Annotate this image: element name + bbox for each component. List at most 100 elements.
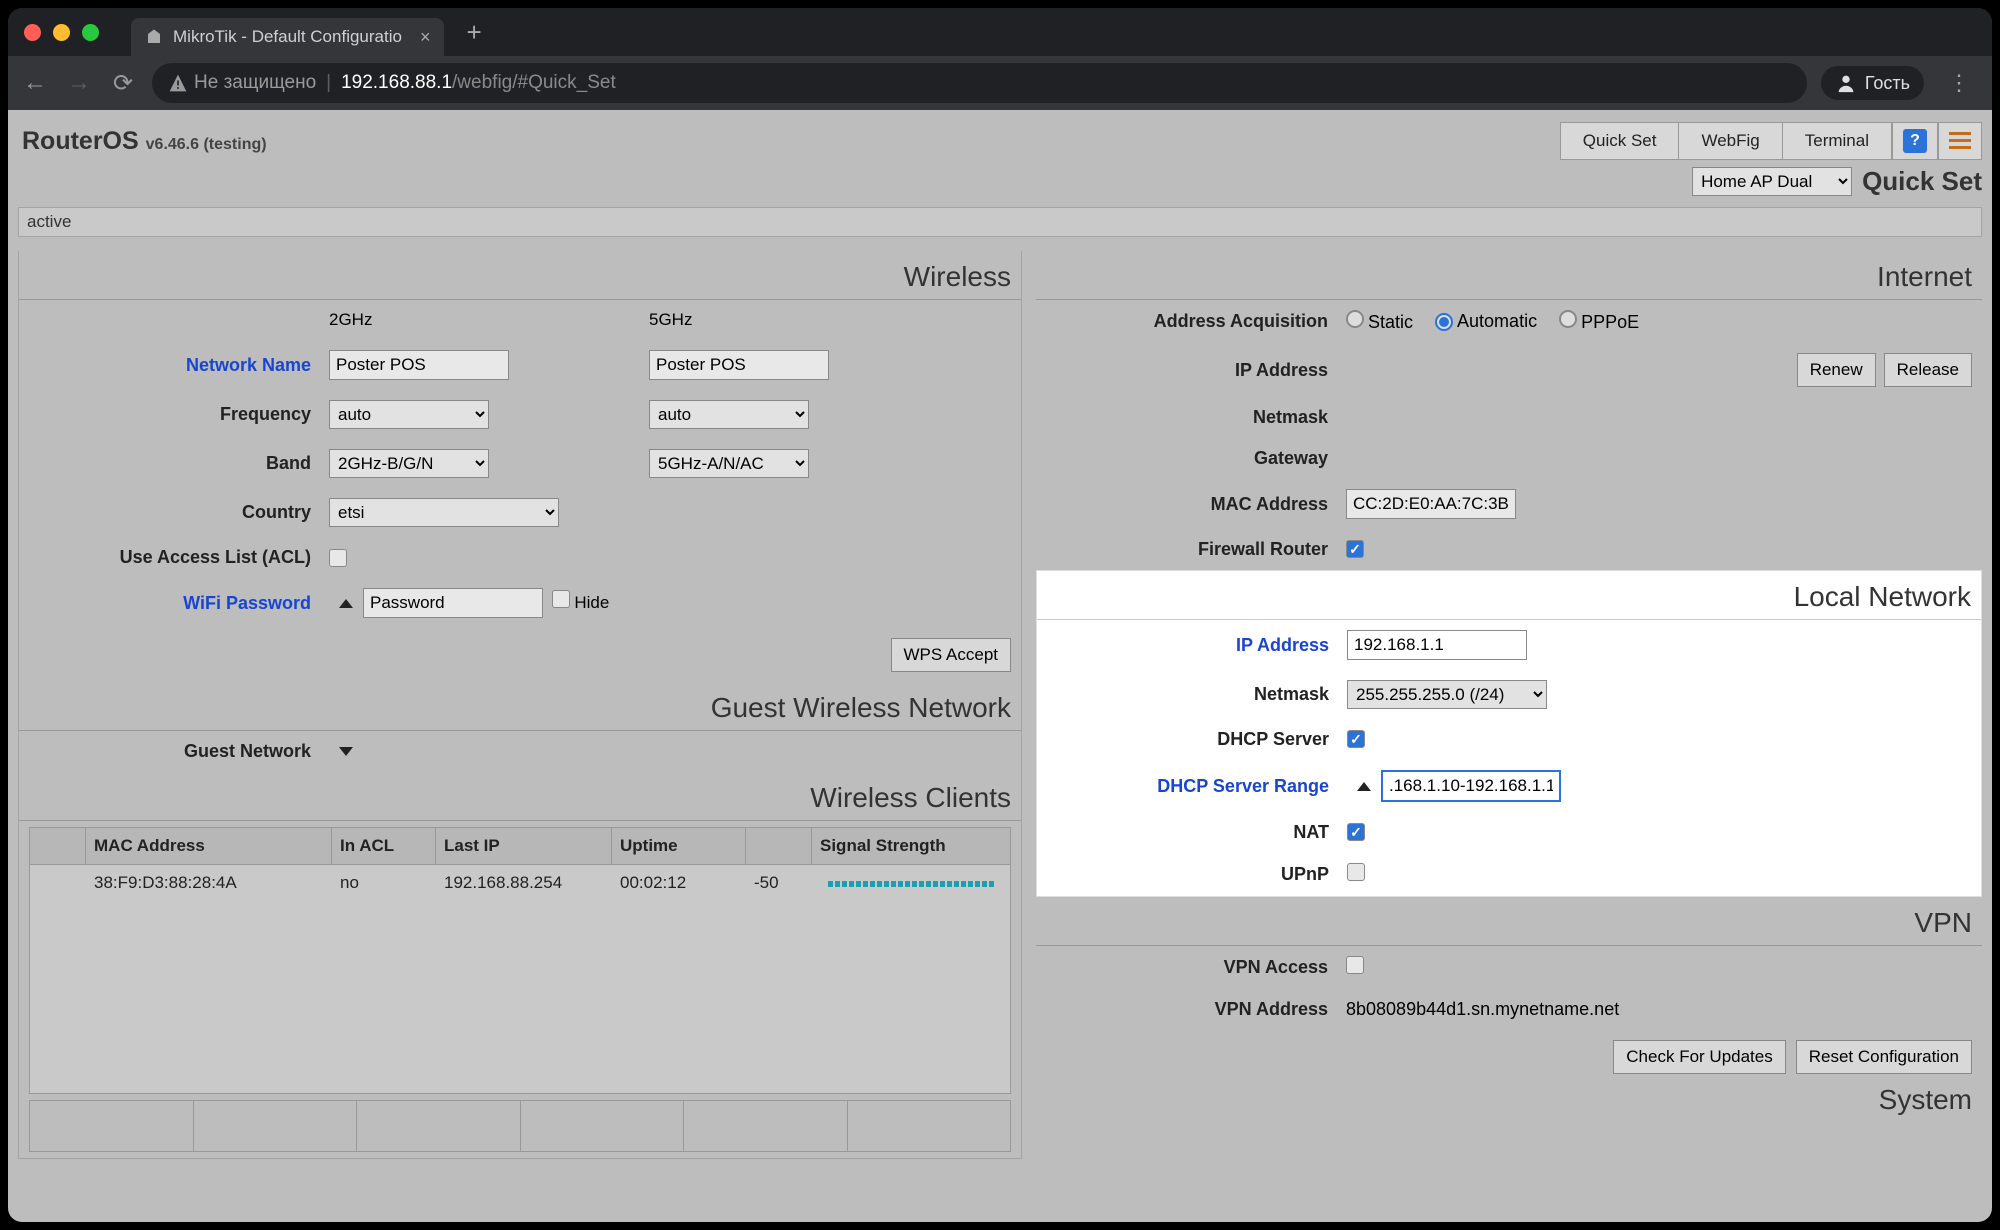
frequency-2ghz-select[interactable]: auto — [329, 400, 489, 429]
firewall-checkbox[interactable]: ✓ — [1346, 540, 1364, 558]
label-vpn-access: VPN Access — [1036, 957, 1346, 978]
label-gateway: Gateway — [1036, 448, 1346, 469]
th-mac[interactable]: MAC Address — [86, 828, 332, 864]
label-wifi-password: WiFi Password — [19, 593, 329, 614]
expand-icon[interactable] — [339, 747, 353, 756]
address-bar[interactable]: Не защищено | 192.168.88.1/webfig/#Quick… — [152, 63, 1807, 103]
country-select[interactable]: etsi — [329, 498, 559, 527]
vpn-address-value: 8b08089b44d1.sn.mynetname.net — [1346, 999, 1619, 1020]
product-logo: RouterOS v6.46.6 (testing) — [22, 127, 267, 156]
table-row[interactable]: 38:F9:D3:88:28:4A no 192.168.88.254 00:0… — [30, 865, 1010, 903]
th-uptime[interactable]: Uptime — [612, 828, 746, 864]
label-frequency: Frequency — [19, 404, 329, 425]
label-lan-ip: IP Address — [1037, 635, 1347, 656]
cell-signal-val: -50 — [746, 865, 812, 903]
label-guest-network: Guest Network — [19, 741, 329, 762]
new-tab-button[interactable]: + — [466, 17, 481, 48]
insecure-icon[interactable]: Не защищено — [168, 72, 316, 94]
band-5ghz-select[interactable]: 5GHz-A/N/AC — [649, 449, 809, 478]
label-band: Band — [19, 453, 329, 474]
profile-icon — [1835, 72, 1857, 94]
section-system-title: System — [1036, 1074, 1982, 1122]
lan-ip-input[interactable] — [1347, 630, 1527, 660]
radio-pppoe[interactable]: PPPoE — [1559, 310, 1639, 333]
status-bar: active — [18, 207, 1982, 237]
label-network-name: Network Name — [19, 355, 329, 376]
renew-button[interactable]: Renew — [1797, 353, 1876, 387]
dhcp-checkbox[interactable]: ✓ — [1347, 730, 1365, 748]
col-2ghz-header: 2GHz — [329, 310, 589, 330]
label-firewall: Firewall Router — [1036, 539, 1346, 560]
th-acl[interactable]: In ACL — [332, 828, 436, 864]
tab-title: MikroTik - Default Configuratio — [173, 27, 402, 47]
dhcp-range-input[interactable] — [1381, 770, 1561, 802]
site-favicon-icon — [145, 28, 163, 46]
label-mac: MAC Address — [1036, 494, 1346, 515]
cell-mac: 38:F9:D3:88:28:4A — [86, 865, 332, 903]
mac-address-input[interactable] — [1346, 489, 1516, 519]
menu-button[interactable] — [1938, 122, 1982, 160]
label-vpn-address: VPN Address — [1036, 999, 1346, 1020]
window-controls — [24, 24, 99, 41]
label-upnp: UPnP — [1037, 864, 1347, 885]
bottom-grid — [29, 1100, 1011, 1152]
nat-checkbox[interactable]: ✓ — [1347, 823, 1365, 841]
tab-terminal[interactable]: Terminal — [1782, 122, 1892, 160]
label-lan-netmask: Netmask — [1037, 684, 1347, 705]
label-acl: Use Access List (ACL) — [19, 547, 329, 568]
upnp-checkbox[interactable] — [1347, 863, 1365, 881]
reset-config-button[interactable]: Reset Configuration — [1796, 1040, 1972, 1074]
reload-button[interactable]: ⟳ — [108, 69, 138, 98]
minimize-window-icon[interactable] — [53, 24, 70, 41]
collapse-icon[interactable] — [339, 599, 353, 608]
close-window-icon[interactable] — [24, 24, 41, 41]
frequency-5ghz-select[interactable]: auto — [649, 400, 809, 429]
tab-close-icon[interactable]: × — [420, 27, 431, 48]
help-icon: ? — [1903, 129, 1927, 153]
section-guest-wireless-title: Guest Wireless Network — [19, 682, 1021, 731]
browser-tab-bar: MikroTik - Default Configuratio × + — [8, 8, 1992, 56]
cell-lastip: 192.168.88.254 — [436, 865, 612, 903]
lan-netmask-select[interactable]: 255.255.255.0 (/24) — [1347, 680, 1547, 709]
tab-quick-set[interactable]: Quick Set — [1560, 122, 1679, 160]
hide-password-checkbox[interactable] — [552, 590, 570, 608]
tab-webfig[interactable]: WebFig — [1678, 122, 1781, 160]
back-button[interactable]: ← — [20, 69, 50, 97]
radio-automatic[interactable]: Automatic — [1435, 311, 1537, 332]
security-status-label: Не защищено — [194, 72, 316, 94]
section-vpn-title: VPN — [1036, 897, 1982, 946]
section-internet-title: Internet — [1036, 251, 1982, 300]
cell-signal-bar — [812, 865, 1010, 903]
label-dhcp-range: DHCP Server Range — [1037, 776, 1347, 797]
label-address-acquisition: Address Acquisition — [1036, 311, 1346, 332]
band-2ghz-select[interactable]: 2GHz-B/G/N — [329, 449, 489, 478]
col-5ghz-header: 5GHz — [649, 310, 909, 330]
vpn-access-checkbox[interactable] — [1346, 956, 1364, 974]
profile-button[interactable]: Гость — [1821, 66, 1924, 100]
th-signal[interactable]: Signal Strength — [812, 828, 1010, 864]
release-button[interactable]: Release — [1884, 353, 1972, 387]
browser-menu-button[interactable]: ⋮ — [1938, 70, 1980, 96]
help-button[interactable]: ? — [1892, 122, 1938, 160]
browser-tab[interactable]: MikroTik - Default Configuratio × — [131, 18, 444, 56]
mode-select[interactable]: Home AP Dual — [1692, 167, 1852, 196]
label-internet-netmask: Netmask — [1036, 407, 1346, 428]
label-internet-ip: IP Address — [1036, 360, 1346, 381]
top-nav: Quick Set WebFig Terminal ? — [1560, 122, 1982, 160]
section-clients-title: Wireless Clients — [19, 772, 1021, 821]
check-updates-button[interactable]: Check For Updates — [1613, 1040, 1785, 1074]
wps-accept-button[interactable]: WPS Accept — [891, 638, 1011, 672]
network-name-5ghz-input[interactable] — [649, 350, 829, 380]
url-text: 192.168.88.1/webfig/#Quick_Set — [341, 72, 616, 94]
wifi-password-input[interactable] — [363, 588, 543, 618]
cell-uptime: 00:02:12 — [612, 865, 746, 903]
network-name-2ghz-input[interactable] — [329, 350, 509, 380]
forward-button: → — [64, 69, 94, 97]
th-lastip[interactable]: Last IP — [436, 828, 612, 864]
acl-checkbox[interactable] — [329, 549, 347, 567]
menu-icon — [1949, 132, 1971, 150]
collapse-icon[interactable] — [1357, 782, 1371, 791]
page-title: Quick Set — [1862, 166, 1982, 197]
maximize-window-icon[interactable] — [82, 24, 99, 41]
radio-static[interactable]: Static — [1346, 310, 1413, 333]
